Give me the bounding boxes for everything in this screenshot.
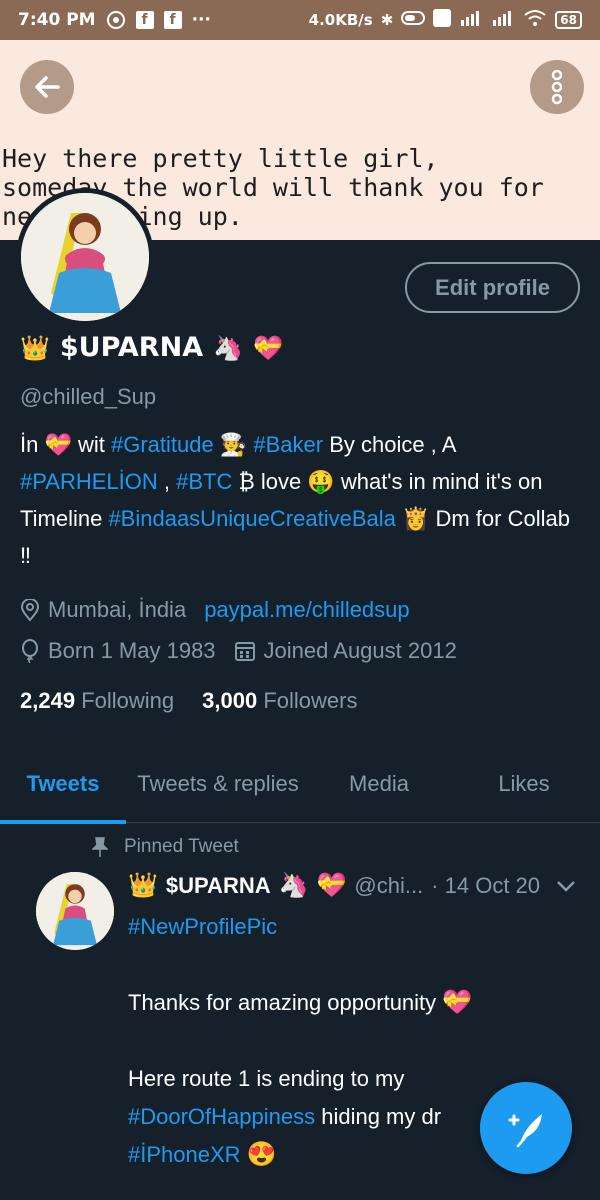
- profile-name: $UPARNA: [59, 332, 204, 363]
- bio-text: By choice , A: [323, 432, 456, 457]
- crown-icon: 👑: [20, 333, 50, 362]
- pinned-label-row: Pinned Tweet: [92, 836, 239, 858]
- joined: Joined August 2012: [234, 638, 457, 664]
- tweet-avatar[interactable]: [36, 872, 114, 950]
- bio-hashtag[interactable]: #BTC: [176, 469, 232, 494]
- feather-compose-icon: [508, 1114, 542, 1148]
- network-speed: 4.0KB/s: [308, 11, 373, 29]
- bio-hashtag[interactable]: #Gratitude: [111, 432, 214, 457]
- joined-text: Joined August 2012: [263, 638, 457, 663]
- tab-media[interactable]: Media: [310, 745, 448, 823]
- profile-bio: İn 💝 wit #Gratitude 🧑‍🍳 #Baker By choice…: [20, 426, 580, 574]
- profile-name-row: 👑 $UPARNA 🦄 💝: [20, 332, 283, 363]
- followers-count: 3,000: [202, 688, 258, 713]
- tweet-line-text: hiding my dr: [315, 1104, 442, 1129]
- profile-meta-row: Mumbai, İndia paypal.me/chilledsup: [20, 597, 410, 623]
- bluetooth-icon: ✱: [380, 11, 394, 29]
- bio-text: 🧑‍🍳: [213, 432, 254, 457]
- avatar-illustration: [21, 193, 149, 321]
- avatar-illustration: [36, 872, 114, 950]
- tab-tweets[interactable]: Tweets: [0, 745, 126, 824]
- toggle-icon: [401, 11, 426, 29]
- unicorn-icon: 🦄: [278, 872, 309, 899]
- bio-hashtag[interactable]: #Baker: [253, 432, 323, 457]
- profile-tabs: Tweets Tweets & replies Media Likes: [0, 745, 600, 824]
- tweet-author-handle: @chi...: [354, 873, 424, 898]
- followers-link[interactable]: 3,000 Followers: [202, 688, 357, 714]
- facebook-icon: f: [135, 11, 154, 29]
- bio-hashtag[interactable]: #BindaasUniqueCreativeBala: [108, 506, 395, 531]
- status-time: 7:40 PM: [18, 10, 96, 30]
- heart-eyes-icon: 😍: [246, 1141, 277, 1168]
- bio-text: 💝: [44, 432, 72, 457]
- calendar-icon: [234, 642, 255, 661]
- following-link[interactable]: 2,249 Following: [20, 688, 174, 714]
- tweet-date: · 14 Oct 20: [431, 873, 541, 898]
- facebook-icon: f: [163, 11, 182, 29]
- location-pin-icon: [20, 599, 40, 621]
- profile-meta-row-2: Born 1 May 1983 Joined August 2012: [20, 638, 457, 664]
- tweet-header: 👑 $UPARNA 🦄 💝 @chi... · 14 Oct 20: [128, 873, 576, 899]
- profile-avatar[interactable]: [16, 188, 154, 326]
- bio-text: wit: [71, 432, 111, 457]
- bio-text: ,: [157, 469, 177, 494]
- arrow-left-icon: [35, 76, 60, 98]
- tweet-hashtag[interactable]: #İPhoneXR: [128, 1142, 241, 1167]
- location: Mumbai, İndia: [20, 597, 186, 623]
- profile-handle: @chilled_Sup: [20, 384, 157, 409]
- tab-tweets-replies[interactable]: Tweets & replies: [126, 745, 310, 823]
- tab-likes[interactable]: Likes: [448, 745, 600, 823]
- battery-icon: 68: [555, 11, 582, 29]
- chevron-down-icon[interactable]: [556, 879, 576, 893]
- tweet-line: Thanks for amazing opportunity 💝: [128, 984, 578, 1022]
- website-link[interactable]: paypal.me/chilledsup: [204, 597, 409, 623]
- compose-tweet-button[interactable]: [480, 1082, 572, 1174]
- back-button[interactable]: [20, 60, 74, 114]
- edit-profile-button[interactable]: Edit profile: [405, 262, 580, 313]
- more-options-button[interactable]: [530, 60, 584, 114]
- followers-label: Followers: [263, 688, 358, 713]
- tweet-line-text: Thanks for amazing opportunity: [128, 990, 437, 1015]
- following-label: Following: [81, 688, 175, 713]
- location-text: Mumbai, İndia: [48, 597, 187, 622]
- pin-icon: [92, 837, 108, 857]
- heart-gift-icon: 💝: [442, 989, 473, 1016]
- bio-hashtag[interactable]: #PARHELİON: [20, 469, 158, 494]
- unicorn-icon: 🦄: [213, 333, 243, 362]
- follow-counts: 2,249 Following 3,000 Followers: [20, 688, 357, 714]
- crown-icon: 👑: [128, 872, 158, 899]
- status-bar: 7:40 PM f f ··· 4.0KB/s ✱ 68: [0, 0, 600, 40]
- tweet-author-name: $UPARNA: [165, 873, 271, 898]
- signal-icon: [491, 10, 515, 30]
- heart-gift-icon: 💝: [252, 333, 283, 362]
- birthday: Born 1 May 1983: [20, 638, 216, 664]
- wifi-icon: [523, 9, 547, 31]
- more-vertical-icon: [551, 69, 563, 105]
- volte-icon: [433, 9, 452, 31]
- balloon-icon: [22, 639, 38, 663]
- heart-gift-icon: 💝: [316, 872, 347, 899]
- tweet-hashtag[interactable]: #NewProfilePic: [128, 908, 578, 946]
- pinned-label: Pinned Tweet: [124, 836, 239, 857]
- more-notifications-icon: ···: [191, 10, 211, 30]
- signal-icon: [459, 10, 483, 30]
- threads-icon: [106, 10, 126, 30]
- born-text: Born 1 May 1983: [48, 638, 216, 663]
- tweet-hashtag[interactable]: #DoorOfHappiness: [128, 1104, 315, 1129]
- following-count: 2,249: [20, 688, 76, 713]
- bio-text: İn: [20, 432, 45, 457]
